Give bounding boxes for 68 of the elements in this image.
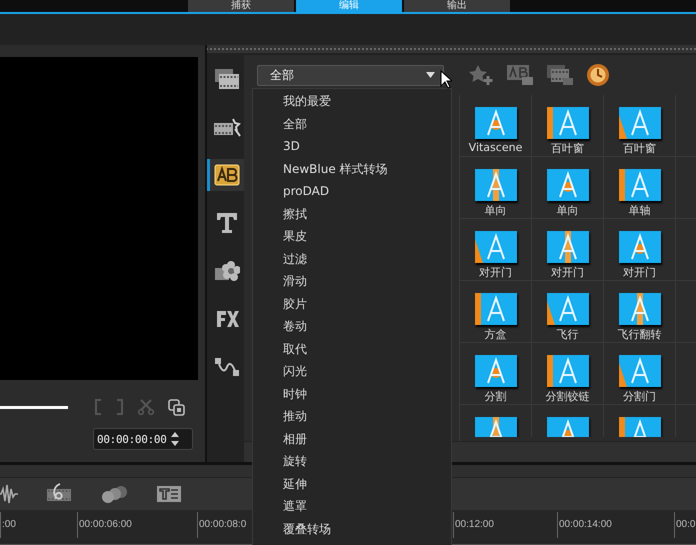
mark-in-icon[interactable] xyxy=(94,399,102,415)
path-icon xyxy=(214,357,240,377)
ruler-label: 00:00:08:0 xyxy=(198,519,246,530)
mark-out-icon[interactable] xyxy=(116,399,124,415)
flower-icon xyxy=(214,260,240,282)
menu-item[interactable]: 3D xyxy=(253,135,451,158)
menu-item[interactable]: 我的最爱 xyxy=(253,90,451,112)
menu-item[interactable]: 胶片 xyxy=(253,292,451,315)
category-dropdown[interactable]: 全部 xyxy=(257,64,444,86)
menu-item[interactable]: 覆叠转场 xyxy=(253,518,451,540)
transition-label: 单向 xyxy=(556,203,578,218)
transition-label: 对开门 xyxy=(479,265,512,280)
film-wand-icon xyxy=(213,117,241,137)
menu-item[interactable]: 取代 xyxy=(253,338,451,360)
menu-item[interactable]: 遮罩 xyxy=(253,495,451,518)
transition-label: Vitascene xyxy=(468,141,522,154)
mode-tab[interactable]: 输出 xyxy=(404,0,510,12)
ruler-label: 00:12:00 xyxy=(454,519,494,530)
transition-label: 单向 xyxy=(484,203,506,218)
menu-item[interactable]: 延伸 xyxy=(253,472,451,495)
ab-transition-icon xyxy=(214,164,240,186)
menu-item[interactable]: 滑动 xyxy=(253,270,451,292)
menu-item[interactable]: 推动 xyxy=(253,405,451,428)
ruler-label: 00:00:06:00 xyxy=(78,519,132,530)
transition-label: 分割 xyxy=(484,389,506,404)
menu-item[interactable]: 全部 xyxy=(253,112,451,135)
timecode-field[interactable]: 00:00:00:00 xyxy=(93,428,193,450)
caret-icon xyxy=(426,72,435,78)
transition-label: 分割门 xyxy=(623,389,656,404)
spheres-icon[interactable] xyxy=(100,484,128,504)
ruler-label: 00:0 xyxy=(675,519,696,530)
library-tab[interactable] xyxy=(207,159,244,191)
film-icon xyxy=(214,68,240,90)
menu-item[interactable]: 果皮 xyxy=(253,225,451,248)
cursor-icon xyxy=(440,70,452,89)
menu-item[interactable]: 过滤 xyxy=(253,248,451,270)
transition-label: 飞行翻转 xyxy=(618,327,662,342)
ruler-label: 00:00:14:00 xyxy=(558,519,612,530)
menu-item[interactable]: proDAD xyxy=(253,180,451,202)
menu-item[interactable]: 旋转 xyxy=(253,450,451,472)
menu-item[interactable]: 闪光 xyxy=(253,360,451,382)
ab-apply-icon[interactable] xyxy=(506,64,534,86)
scissors-icon[interactable] xyxy=(138,399,154,415)
transition-label: 百叶窗 xyxy=(551,141,584,156)
transition-label: 飞行 xyxy=(556,327,578,342)
title-t-icon xyxy=(216,212,238,234)
transition-label: 对开门 xyxy=(551,265,584,280)
ruler-label: :00 xyxy=(1,519,16,530)
clock-icon[interactable] xyxy=(586,63,610,87)
waveform-icon[interactable] xyxy=(0,483,18,505)
film-apply-icon[interactable] xyxy=(546,64,574,86)
transition-label: 分割铰链 xyxy=(546,389,590,404)
menu-item[interactable]: 时钟 xyxy=(253,382,451,405)
fx-icon xyxy=(215,310,239,328)
transition-label: 百叶窗 xyxy=(623,141,656,156)
spin-arrows-icon[interactable] xyxy=(170,430,180,448)
copy-icon[interactable] xyxy=(168,398,185,416)
menu-item[interactable]: NewBlue 样式转场 xyxy=(253,158,451,180)
star-plus-icon[interactable] xyxy=(468,64,494,86)
title-track-icon[interactable] xyxy=(156,485,182,503)
transition-label: 对开门 xyxy=(623,265,656,280)
menu-item[interactable]: 相册 xyxy=(253,428,451,450)
transition-label: 单轴 xyxy=(628,203,650,218)
menu-item[interactable]: 擦拭 xyxy=(253,202,451,225)
panel-grip[interactable] xyxy=(207,45,696,55)
transition-label: 方盒 xyxy=(484,327,506,342)
scrub-bar[interactable] xyxy=(0,406,68,408)
menu-item[interactable]: 卷动 xyxy=(253,315,451,338)
